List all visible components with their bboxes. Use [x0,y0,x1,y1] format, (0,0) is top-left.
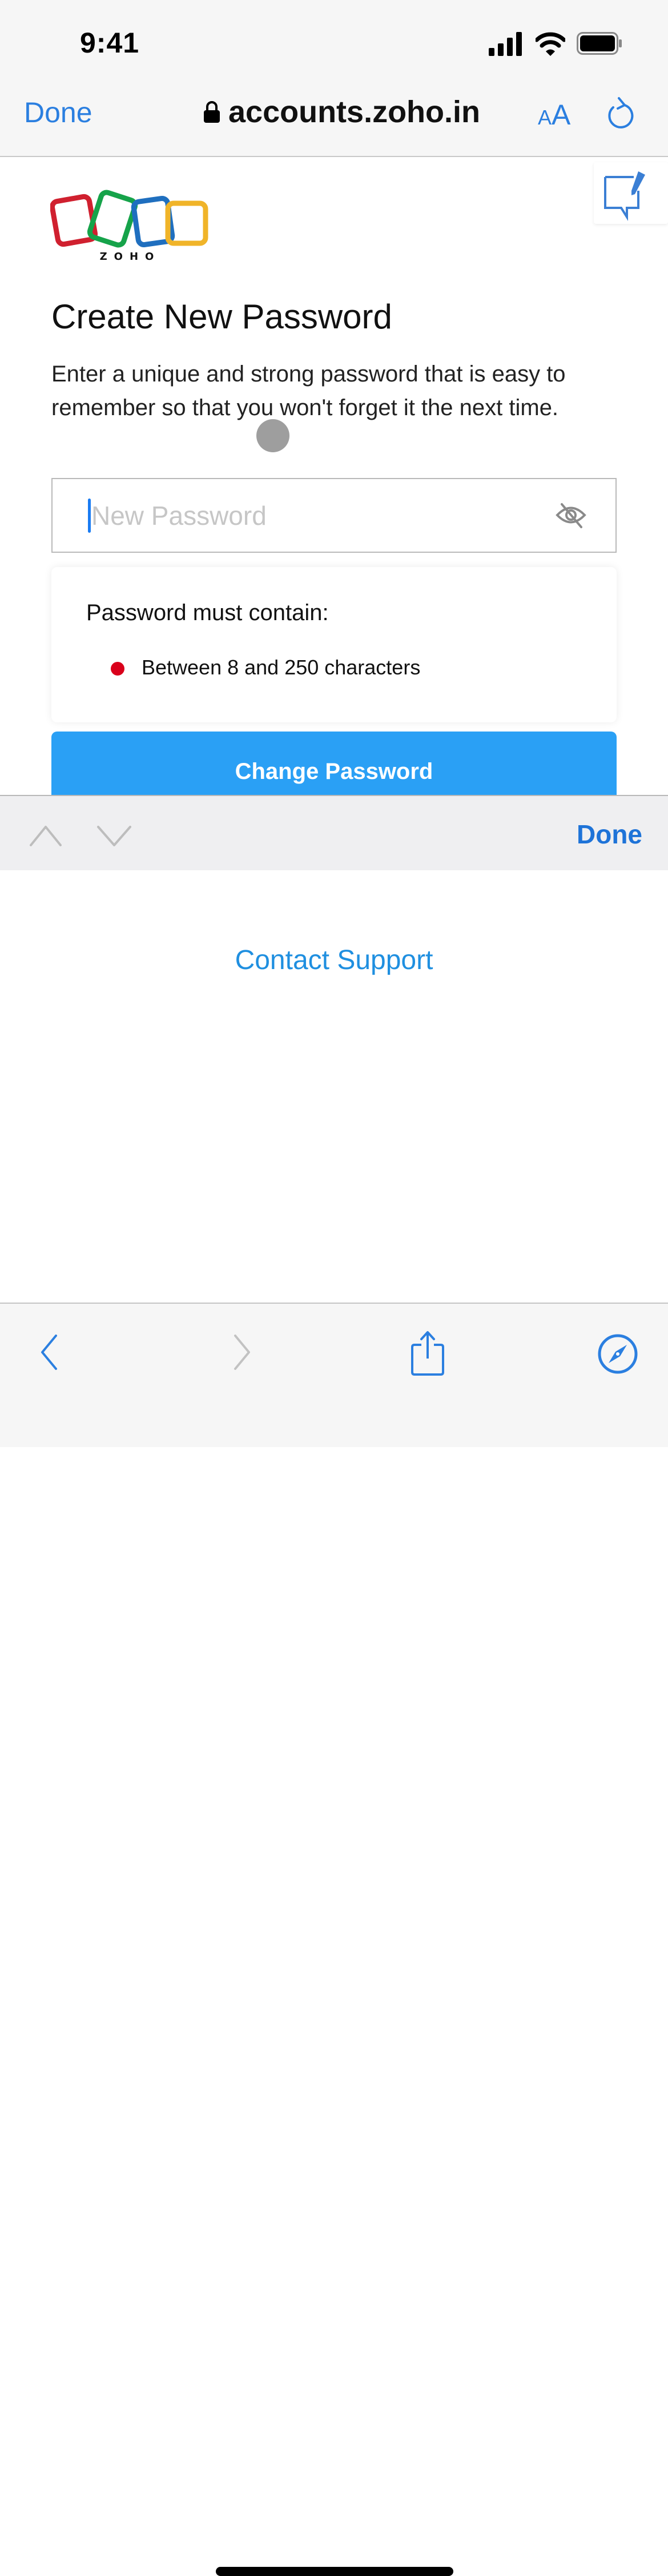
text-size-large-glyph: A [552,99,571,131]
status-time: 9:41 [80,27,140,59]
contact-support-link[interactable]: Contact Support [0,945,668,976]
reload-icon[interactable] [605,95,637,131]
logo-wordmark: ZOHO [100,251,161,263]
previous-field-icon[interactable] [29,825,63,847]
password-rules-title: Password must contain: [86,600,329,625]
new-password-input[interactable]: New Password [51,478,617,553]
address-bar[interactable]: accounts.zoho.in [203,95,480,129]
forward-icon[interactable] [231,1333,253,1371]
url-text: accounts.zoho.in [228,95,481,129]
rule-status-indicator [111,662,124,676]
feedback-icon [604,171,645,221]
next-field-icon[interactable] [96,825,132,847]
password-rules-card: Password must contain: Between 8 and 250… [51,567,617,722]
new-password-placeholder: New Password [91,501,267,531]
password-rule-item: Between 8 and 250 characters [142,656,421,679]
home-indicator [216,2567,453,2576]
browser-top-bar: 9:41 Done accounts.zoho.in AA [0,0,668,157]
cellular-signal-icon [489,32,522,56]
browser-bottom-toolbar [0,1303,668,2576]
page-title: Create New Password [51,298,392,336]
eye-slash-icon[interactable] [555,501,587,529]
keyboard-accessory-bar: Done [0,795,668,870]
lock-icon [204,101,220,123]
browser-done-button[interactable]: Done [24,96,92,129]
wifi-icon [536,32,565,56]
text-size-button[interactable]: AA [538,98,570,131]
back-icon[interactable] [38,1333,61,1371]
touch-indicator [256,419,289,452]
zoho-logo: ZOHO [50,190,208,263]
text-caret [88,499,91,533]
compass-icon[interactable] [597,1333,638,1375]
keyboard-done-button[interactable]: Done [577,819,642,850]
battery-icon [577,32,622,55]
share-icon[interactable] [410,1330,445,1377]
feedback-button[interactable] [594,162,668,224]
text-size-small-glyph: A [538,106,552,129]
page-description: Enter a unique and strong password that … [51,361,566,420]
